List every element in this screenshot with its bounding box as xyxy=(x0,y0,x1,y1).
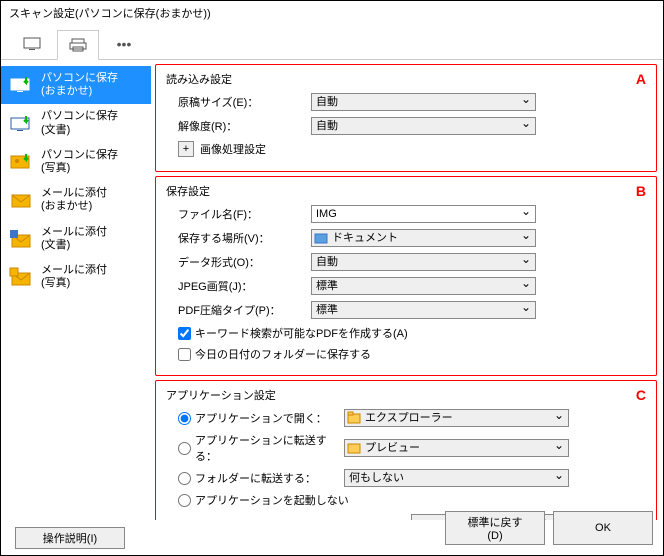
sidebar-item-save-photo[interactable]: パソコンに保存 (写真) xyxy=(1,143,151,181)
select-open-app[interactable]: エクスプローラー xyxy=(344,409,569,427)
radio-no-app[interactable] xyxy=(178,494,191,507)
window-title: スキャン設定(パソコンに保存(おまかせ)) xyxy=(1,1,663,25)
folder-doc-icon xyxy=(314,231,328,245)
sidebar: パソコンに保存 (おまかせ) パソコンに保存 (文書) パソコンに保存 (写真)… xyxy=(1,60,151,520)
label-filename: ファイル名(F)： xyxy=(166,206,311,222)
preview-icon xyxy=(347,441,361,455)
expand-image-proc-button[interactable]: + xyxy=(178,141,194,157)
radio-send-app[interactable] xyxy=(178,442,191,455)
select-location[interactable]: ドキュメント xyxy=(311,229,536,247)
mail-photo-icon xyxy=(9,267,33,287)
sidebar-label: パソコンに保存 (文書) xyxy=(41,110,118,136)
radio-open-app[interactable] xyxy=(178,412,191,425)
monitor-down-icon xyxy=(9,114,33,134)
photo-down-icon xyxy=(9,152,33,172)
label-format: データ形式(O)： xyxy=(166,254,311,270)
label-send-app: アプリケーションに転送する： xyxy=(195,432,340,464)
select-send-app[interactable]: プレビュー xyxy=(344,439,569,457)
ellipsis-icon: ••• xyxy=(117,36,132,52)
mail-doc-icon xyxy=(9,229,33,249)
tab-printer[interactable] xyxy=(57,30,99,60)
sidebar-item-save-auto[interactable]: パソコンに保存 (おまかせ) xyxy=(1,66,151,104)
group-app-settings: アプリケーション設定 C アプリケーションで開く： エクスプローラー アプリケー… xyxy=(155,380,657,520)
label-size: 原稿サイズ(E)： xyxy=(166,94,311,110)
explorer-icon xyxy=(347,411,361,425)
label-image-proc: 画像処理設定 xyxy=(200,141,266,157)
mail-icon xyxy=(9,190,33,210)
tab-monitor[interactable] xyxy=(11,29,53,59)
sidebar-label: パソコンに保存 (おまかせ) xyxy=(41,72,118,98)
label-resolution: 解像度(R)： xyxy=(166,118,311,134)
monitor-down-icon xyxy=(9,75,33,95)
sidebar-item-mail-auto[interactable]: メールに添付 (おまかせ) xyxy=(1,181,151,219)
label-send-folder: フォルダーに転送する： xyxy=(195,470,340,486)
sidebar-label: パソコンに保存 (写真) xyxy=(41,149,118,175)
sidebar-item-mail-doc[interactable]: メールに添付 (文書) xyxy=(1,220,151,258)
sidebar-label: メールに添付 (おまかせ) xyxy=(41,187,107,213)
group-letter-b: B xyxy=(636,183,646,199)
label-jpeg: JPEG画質(J)： xyxy=(166,278,311,294)
radio-send-folder[interactable] xyxy=(178,472,191,485)
select-size[interactable]: 自動 xyxy=(311,93,536,111)
group-letter-c: C xyxy=(636,387,646,403)
label-location: 保存する場所(V)： xyxy=(166,230,311,246)
label-no-app: アプリケーションを起動しない xyxy=(195,492,349,508)
sidebar-label: メールに添付 (文書) xyxy=(41,226,107,252)
select-jpeg[interactable]: 標準 xyxy=(311,277,536,295)
label-open-app: アプリケーションで開く： xyxy=(195,410,340,426)
group-title: 保存設定 xyxy=(166,183,646,199)
group-save-settings: 保存設定 B ファイル名(F)： IMG 保存する場所(V)： ドキュメント デ… xyxy=(155,176,657,376)
select-resolution[interactable]: 自動 xyxy=(311,117,536,135)
select-format[interactable]: 自動 xyxy=(311,253,536,271)
group-letter-a: A xyxy=(636,71,646,87)
select-send-folder[interactable]: 何もしない xyxy=(344,469,569,487)
select-pdf[interactable]: 標準 xyxy=(311,301,536,319)
label-searchable-pdf: キーワード検索が可能なPDFを作成する(A) xyxy=(195,325,408,341)
sidebar-label: メールに添付 (写真) xyxy=(41,264,107,290)
label-date-folder: 今日の日付のフォルダーに保存する xyxy=(195,346,371,362)
tab-more[interactable]: ••• xyxy=(103,29,145,59)
checkbox-date-folder[interactable] xyxy=(178,348,191,361)
group-read-settings: 読み込み設定 A 原稿サイズ(E)： 自動 解像度(R)： 自動 + 画像処理設… xyxy=(155,64,657,172)
sidebar-item-mail-photo[interactable]: メールに添付 (写真) xyxy=(1,258,151,296)
checkbox-searchable-pdf[interactable] xyxy=(178,327,191,340)
label-pdf: PDF圧縮タイプ(P)： xyxy=(166,302,311,318)
select-filename[interactable]: IMG xyxy=(311,205,536,223)
ok-button[interactable]: OK xyxy=(553,511,653,545)
defaults-button[interactable]: 標準に戻す(D) xyxy=(445,511,545,545)
sidebar-item-save-doc[interactable]: パソコンに保存 (文書) xyxy=(1,104,151,142)
group-title: アプリケーション設定 xyxy=(166,387,646,403)
group-title: 読み込み設定 xyxy=(166,71,646,87)
toolbar: ••• xyxy=(1,25,663,60)
